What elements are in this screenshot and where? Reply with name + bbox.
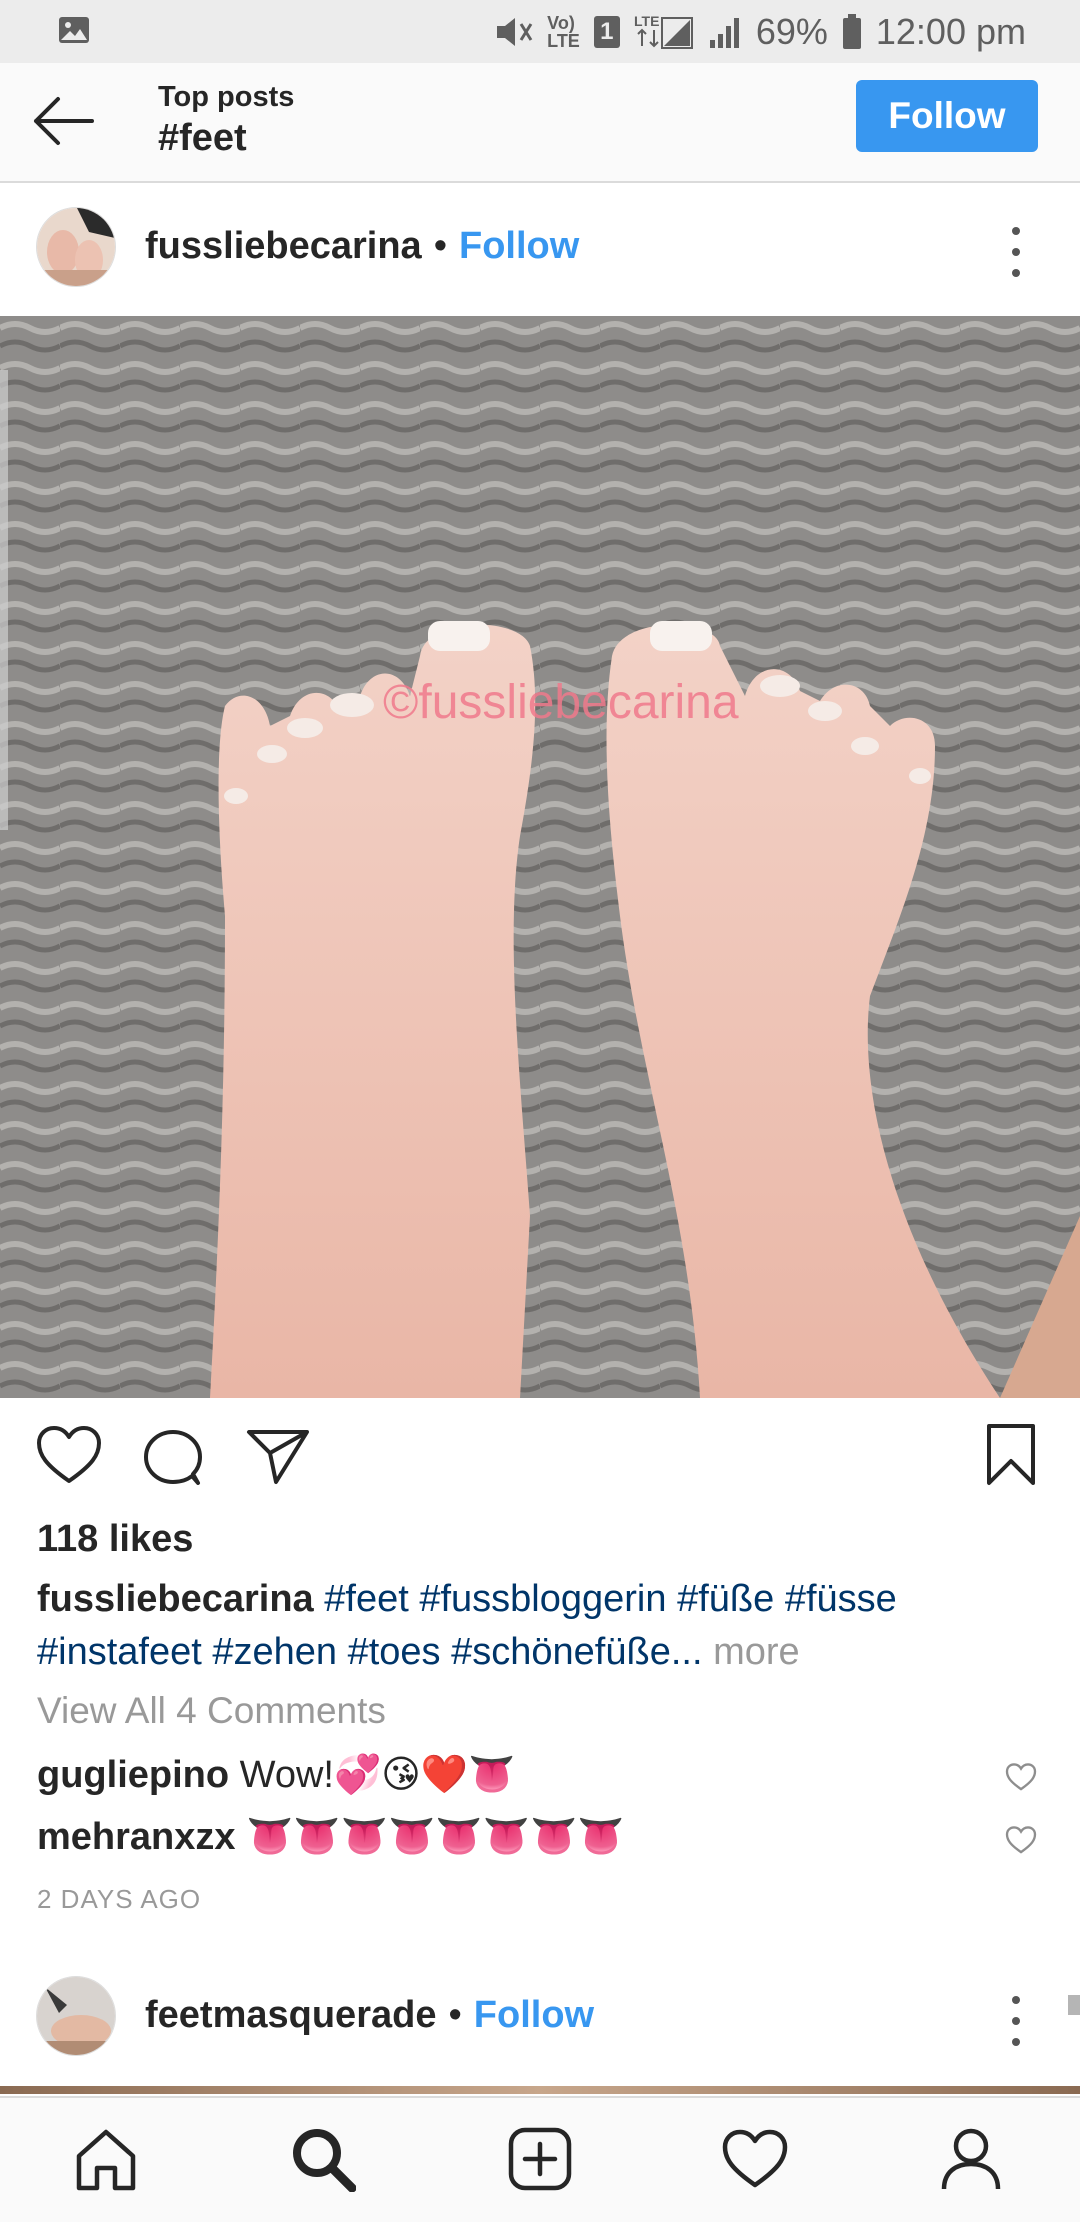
- gallery-notification-icon: [58, 16, 90, 44]
- like-count[interactable]: 118 likes: [37, 1518, 193, 1561]
- status-bar: Vo) LTE 1 LTE 69% 12:00 pm: [0, 0, 1080, 63]
- follow-hashtag-button[interactable]: Follow: [856, 80, 1038, 152]
- caption-more-link[interactable]: more: [713, 1631, 800, 1673]
- post-header: fussliebecarina • Follow: [0, 183, 1080, 317]
- svg-text:LTE: LTE: [634, 13, 659, 29]
- post-username[interactable]: feetmasquerade: [145, 1994, 436, 2037]
- hashtag[interactable]: #zehen: [212, 1631, 337, 1673]
- sim-badge: 1: [593, 16, 620, 48]
- view-all-comments-link[interactable]: View All 4 Comments: [37, 1690, 386, 1732]
- next-post-image-edge: [0, 2086, 1080, 2094]
- bottom-navigation: [0, 2096, 1080, 2222]
- more-options-icon[interactable]: [1006, 227, 1026, 277]
- signal-icon: [708, 14, 742, 50]
- search-icon[interactable]: [290, 2126, 357, 2193]
- comment-text: Wow!💞😘❤️👅: [239, 1754, 516, 1796]
- scroll-indicator: [1068, 1995, 1080, 2015]
- like-heart-icon[interactable]: [36, 1425, 102, 1490]
- comment-username[interactable]: mehranxzx: [37, 1816, 236, 1858]
- battery-percent: 69%: [755, 11, 828, 52]
- comment-username[interactable]: gugliepino: [37, 1754, 229, 1796]
- back-arrow-icon[interactable]: [30, 93, 94, 149]
- comment-row: mehranxzx 👅👅👅👅👅👅👅👅: [37, 1815, 625, 1859]
- share-paper-plane-icon[interactable]: [246, 1427, 310, 1490]
- hashtag[interactable]: #füße: [677, 1578, 774, 1620]
- follow-user-link[interactable]: Follow: [474, 1994, 594, 2037]
- separator-dot: •: [433, 225, 447, 267]
- follow-user-link[interactable]: Follow: [459, 225, 579, 268]
- post-author: fussliebecarina • Follow: [145, 225, 579, 268]
- more-options-icon[interactable]: [1006, 1996, 1026, 2046]
- status-icons: Vo) LTE 1 LTE 69% 12:00 pm: [493, 8, 1026, 56]
- battery-icon: [842, 14, 862, 50]
- image-watermark: ©fussliebecarina: [383, 676, 739, 729]
- save-bookmark-icon[interactable]: [985, 1423, 1037, 1492]
- post-caption: fussliebecarina #feet #fussbloggerin #fü…: [37, 1573, 1037, 1679]
- header-subtitle: Top posts: [158, 81, 295, 113]
- home-icon[interactable]: [73, 2126, 139, 2192]
- post-image[interactable]: ©fussliebecarina: [0, 316, 1080, 1398]
- avatar[interactable]: [36, 207, 116, 287]
- comment-like-heart-icon[interactable]: [1005, 1763, 1037, 1796]
- volte-icon: Vo) LTE: [547, 13, 580, 51]
- comment-text: 👅👅👅👅👅👅👅👅: [246, 1816, 625, 1858]
- hashtag[interactable]: #füsse: [785, 1578, 897, 1620]
- lte-signal-icon: LTE: [634, 12, 694, 52]
- caption-ellipsis: ...: [670, 1631, 703, 1673]
- profile-icon[interactable]: [938, 2126, 1004, 2192]
- page-title: #feet: [158, 117, 247, 159]
- hashtag[interactable]: #toes: [348, 1631, 441, 1673]
- top-bar: Top posts #feet Follow: [0, 63, 1080, 183]
- scroll-edge-indicator: [0, 370, 8, 830]
- post-username[interactable]: fussliebecarina: [145, 225, 422, 268]
- post-author: feetmasquerade • Follow: [145, 1994, 594, 2037]
- caption-username[interactable]: fussliebecarina: [37, 1578, 314, 1620]
- hashtag[interactable]: #schönefüße: [451, 1631, 671, 1673]
- activity-heart-icon[interactable]: [722, 2126, 788, 2192]
- hashtag[interactable]: #feet: [324, 1578, 409, 1620]
- clock: 12:00 pm: [875, 11, 1026, 52]
- comment-like-heart-icon[interactable]: [1005, 1826, 1037, 1859]
- hashtag[interactable]: #fussbloggerin: [419, 1578, 666, 1620]
- separator-dot: •: [448, 1994, 462, 2036]
- avatar[interactable]: [36, 1976, 116, 2056]
- next-post-header: feetmasquerade • Follow: [0, 1952, 1080, 2086]
- add-post-icon[interactable]: [507, 2126, 573, 2192]
- mute-icon: [493, 14, 533, 50]
- comment-row: gugliepino Wow!💞😘❤️👅: [37, 1752, 516, 1797]
- comment-bubble-icon[interactable]: [142, 1427, 204, 1492]
- post-timestamp: 2 DAYS AGO: [37, 1884, 202, 1914]
- hashtag[interactable]: #instafeet: [37, 1631, 202, 1673]
